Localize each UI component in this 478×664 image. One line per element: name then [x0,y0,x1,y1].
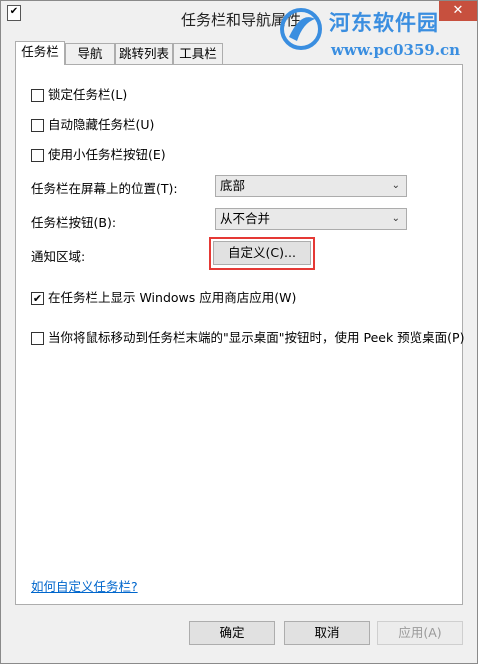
tab-navigation[interactable]: 导航 [65,43,115,65]
position-label: 任务栏在屏幕上的位置(T): [31,181,178,196]
lock-taskbar-label[interactable]: 锁定任务栏(L) [48,87,127,103]
position-value: 底部 [220,178,246,193]
watermark-title: 河东软件园 [329,10,439,35]
tab-toolbars[interactable]: 工具栏 [173,43,223,65]
ok-button[interactable]: 确定 [189,621,275,645]
watermark: 河东软件园 www.pc0359.cn [271,1,477,71]
notification-area-label: 通知区域: [31,249,86,264]
position-select[interactable]: 底部 ⌄ [215,175,407,197]
lock-taskbar-checkbox[interactable] [31,89,44,102]
peek-checkbox[interactable] [31,332,44,345]
tab-jump-lists[interactable]: 跳转列表 [115,43,173,65]
buttons-combine-select[interactable]: 从不合并 ⌄ [215,208,407,230]
auto-hide-label[interactable]: 自动隐藏任务栏(U) [48,117,154,133]
chevron-down-icon: ⌄ [391,213,400,224]
buttons-combine-label: 任务栏按钮(B): [31,215,117,230]
small-buttons-checkbox[interactable] [31,149,44,162]
checkbox-app-icon: ✔ [7,5,21,21]
tab-taskbar[interactable]: 任务栏 [15,41,65,65]
small-buttons-label[interactable]: 使用小任务栏按钮(E) [48,147,166,163]
show-store-apps-checkbox[interactable]: ✔ [31,292,44,305]
watermark-url: www.pc0359.cn [331,41,461,59]
peek-label[interactable]: 当你将鼠标移动到任务栏末端的"显示桌面"按钮时，使用 Peek 预览桌面(P) [48,330,464,346]
apply-button[interactable]: 应用(A) [377,621,463,645]
help-link[interactable]: 如何自定义任务栏? [31,576,138,595]
auto-hide-checkbox[interactable] [31,119,44,132]
dialog-window: ✔ 任务栏和导航属性 ✕ 河东软件园 www.pc0359.cn 任务栏 导航 … [0,0,478,664]
cancel-button[interactable]: 取消 [284,621,370,645]
chevron-down-icon: ⌄ [391,180,400,191]
show-store-apps-label[interactable]: 在任务栏上显示 Windows 应用商店应用(W) [48,290,296,306]
watermark-logo-icon [280,8,322,50]
buttons-combine-value: 从不合并 [220,211,271,226]
customize-button[interactable]: 自定义(C)... [213,241,311,265]
